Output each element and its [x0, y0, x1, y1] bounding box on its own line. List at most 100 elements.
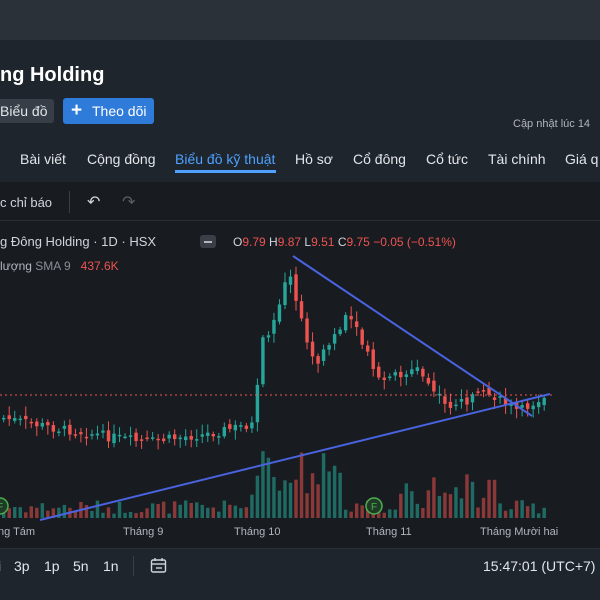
candle-body — [349, 316, 353, 320]
candle-body — [338, 329, 342, 335]
range-3m[interactable]: 3p — [14, 558, 30, 574]
chart-button[interactable]: Biểu đồ — [0, 99, 55, 123]
candle — [481, 383, 486, 398]
candle-body — [145, 437, 149, 440]
candle-body — [167, 434, 171, 439]
tab-community[interactable]: Cộng đồng — [87, 151, 156, 167]
volume-bar — [476, 507, 480, 518]
candle — [79, 427, 83, 443]
calendar-range-icon[interactable] — [150, 557, 168, 575]
volume-bar — [200, 504, 204, 518]
volume-bar — [134, 513, 138, 518]
tab-profile[interactable]: Hồ sơ — [295, 151, 333, 167]
volume-bar — [421, 507, 425, 518]
candle-body — [200, 434, 204, 437]
candle — [410, 360, 414, 378]
candle-body — [101, 430, 105, 433]
volume-bar — [459, 498, 464, 518]
candle — [172, 429, 177, 446]
volume-bar — [509, 509, 513, 518]
volume-bar — [382, 512, 386, 518]
volume-bar — [454, 487, 458, 518]
candle — [24, 406, 28, 429]
tab-technical-chart[interactable]: Biểu đồ kỹ thuật — [175, 151, 275, 167]
candle — [272, 312, 276, 343]
range-1m[interactable]: 1p — [44, 558, 60, 574]
event-marker-1-label: F — [0, 502, 3, 513]
candle — [145, 430, 149, 442]
volume-bar — [349, 511, 353, 518]
volume-bar — [448, 494, 453, 518]
volume-bar — [266, 457, 271, 518]
collapse-legend-button[interactable] — [200, 235, 216, 248]
candle — [399, 365, 403, 387]
candle — [514, 397, 519, 419]
candle-body — [95, 433, 100, 436]
candle — [382, 371, 386, 390]
volume-bar — [195, 502, 199, 518]
candle — [106, 421, 111, 449]
candle-body — [531, 405, 535, 410]
follow-label: Theo dõi — [92, 103, 147, 119]
tab-shareholders[interactable]: Cổ đông — [353, 151, 406, 167]
volume-bar — [503, 510, 508, 518]
clock-readout: 15:47:01 (UTC+7) — [483, 558, 596, 574]
volume-bar — [90, 510, 94, 518]
candle-body — [476, 391, 480, 393]
candle — [233, 420, 238, 440]
volume-bar — [211, 507, 215, 518]
volume-bar — [128, 511, 133, 518]
candle-body — [382, 377, 386, 380]
range-1d[interactable]: 1n — [103, 558, 119, 574]
change-value: −0.05 (−0.51%) — [373, 235, 456, 249]
tab-financials[interactable]: Tài chính — [488, 151, 546, 167]
candle-body — [459, 399, 464, 402]
range-partial[interactable]: i — [0, 558, 1, 574]
candle — [128, 426, 133, 446]
candle-body — [239, 425, 243, 427]
candle-body — [288, 276, 293, 285]
candle-body — [161, 438, 166, 442]
indicators-button[interactable]: c chỉ báo — [0, 195, 52, 210]
footer-band — [0, 586, 600, 600]
volume-bar — [415, 503, 420, 518]
tab-dividends[interactable]: Cổ tức — [426, 151, 468, 167]
candle — [222, 422, 227, 439]
candle-body — [206, 432, 210, 436]
candle — [46, 419, 50, 435]
candle — [448, 393, 453, 415]
candle — [195, 429, 199, 447]
volume-bar — [321, 453, 326, 518]
candle-body — [156, 438, 160, 441]
volume-bar — [531, 503, 535, 518]
stock-header — [0, 40, 600, 140]
candle-body — [399, 371, 403, 378]
volume-bar — [250, 494, 254, 518]
candle-body — [421, 368, 425, 377]
candle-body — [343, 315, 348, 331]
tab-posts[interactable]: Bài viết — [20, 151, 66, 167]
volume-bar — [294, 479, 298, 518]
candle-body — [90, 434, 94, 436]
candle-body — [255, 384, 260, 423]
candle — [244, 422, 249, 433]
chart-symbol: g Đông Holding · 1D · HSX — [0, 234, 157, 249]
volume-bar — [184, 500, 188, 518]
volume-bar — [161, 501, 166, 518]
candle — [421, 366, 425, 382]
candle-body — [128, 435, 133, 437]
candle — [459, 389, 464, 409]
volume-bar — [117, 501, 122, 518]
candle — [404, 370, 409, 386]
volume-bar — [106, 507, 111, 518]
candle — [426, 373, 431, 386]
candle — [35, 418, 39, 437]
redo-icon[interactable]: ↷ — [122, 192, 135, 212]
range-5d[interactable]: 5n — [73, 558, 89, 574]
follow-button[interactable]: + Theo dõi — [63, 98, 154, 124]
volume-bar — [272, 476, 276, 518]
undo-icon[interactable]: ↶ — [87, 192, 100, 212]
candle-body — [62, 425, 67, 429]
tab-price[interactable]: Giá q — [565, 151, 598, 167]
candle — [2, 414, 6, 423]
